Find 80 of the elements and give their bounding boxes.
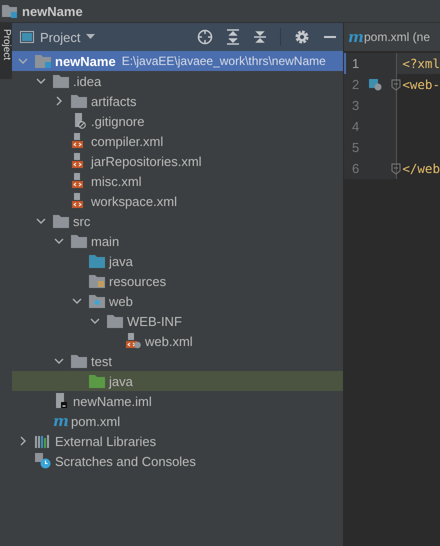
code-line: <?xml (402, 56, 440, 71)
line-number: 3 (352, 98, 360, 113)
item-label: .gitignore (91, 114, 144, 128)
project-view-icon (20, 31, 34, 43)
item-label: java (109, 374, 133, 388)
tree-item[interactable]: main (12, 231, 343, 251)
folder-icon (89, 254, 105, 268)
tree-item[interactable]: test (12, 351, 343, 371)
web-folder-icon (89, 294, 105, 308)
tree-item[interactable]: workspace.xml (12, 191, 343, 211)
line-number: 5 (352, 140, 360, 155)
module-file-icon (53, 393, 69, 409)
item-label: External Libraries (55, 434, 156, 448)
web-xml-file-icon (125, 333, 141, 349)
line-number: 4 (352, 119, 360, 134)
item-label: pom.xml (71, 414, 120, 428)
folder-icon (71, 354, 87, 368)
item-label: main (91, 234, 120, 248)
item-label: newName (55, 54, 116, 68)
module-folder-icon (2, 4, 18, 18)
item-label: jarRepositories.xml (91, 154, 202, 168)
code-line: </web (402, 161, 440, 176)
settings-icon[interactable] (294, 29, 310, 45)
tree-item[interactable]: m pom.xml (12, 411, 343, 431)
tree-item[interactable]: resources (12, 271, 343, 291)
collapse-all-icon[interactable] (253, 29, 267, 45)
folder-icon (71, 94, 87, 108)
item-label: Scratches and Consoles (55, 454, 196, 468)
folder-icon (35, 54, 51, 68)
maven-icon: m (348, 29, 362, 45)
tree-item[interactable]: newName.iml (12, 391, 343, 411)
line-number: 2 (352, 77, 360, 92)
tree-item[interactable]: compiler.xml (12, 131, 343, 151)
tree-item[interactable]: External Libraries (12, 431, 343, 451)
tree-item[interactable]: web (12, 291, 343, 311)
tree-item[interactable]: misc.xml (12, 171, 343, 191)
folder-icon (71, 234, 87, 248)
item-label: newName.iml (73, 394, 152, 408)
item-path: E:\javaEE\javaee_work\thrs\newName (122, 54, 326, 68)
item-label: WEB-INF (127, 314, 182, 328)
window-title: newName (22, 4, 83, 18)
code-line: <web- (402, 77, 440, 92)
resources-folder-icon (89, 274, 105, 288)
folder-icon (53, 74, 69, 88)
item-label: test (91, 354, 112, 368)
tree-item[interactable]: java (12, 371, 343, 391)
tree-item[interactable]: Scratches and Consoles (12, 451, 343, 471)
item-label: .idea (73, 74, 102, 88)
tree-item[interactable]: .gitignore (12, 111, 343, 131)
dropdown-caret-icon (86, 34, 96, 40)
folder-icon (107, 314, 123, 328)
tree-item[interactable]: newName E:\javaEE\javaee_work\thrs\newName (12, 51, 343, 71)
tree-item[interactable]: web.xml (12, 331, 343, 351)
folder-icon (53, 214, 69, 228)
item-label: web (109, 294, 133, 308)
item-label: resources (109, 274, 166, 288)
expand-all-icon[interactable] (226, 29, 240, 45)
item-label: workspace.xml (91, 194, 177, 208)
web-gutter-icon[interactable] (369, 78, 382, 90)
locate-icon[interactable] (197, 29, 213, 45)
scratch-clock-icon (35, 453, 51, 469)
line-number: 6 (352, 161, 360, 176)
view-selector[interactable]: Project (20, 30, 96, 44)
tree-item[interactable]: src (12, 211, 343, 231)
item-label: compiler.xml (91, 134, 164, 148)
tree-item[interactable]: WEB-INF (12, 311, 343, 331)
tree-item[interactable]: artifacts (12, 91, 343, 111)
tree-item[interactable]: jarRepositories.xml (12, 151, 343, 171)
folder-icon (89, 374, 105, 388)
tree-item[interactable]: .idea (12, 71, 343, 91)
maven-icon: m (53, 413, 67, 429)
project-stripe-button[interactable]: Project (0, 23, 12, 79)
item-label: java (109, 254, 133, 268)
line-number: 1 (352, 56, 360, 71)
item-label: web.xml (145, 334, 193, 348)
item-label: misc.xml (91, 174, 142, 188)
libraries-icon (35, 434, 51, 448)
item-label: src (73, 214, 90, 228)
tree-item[interactable]: java (12, 251, 343, 271)
item-label: artifacts (91, 94, 137, 108)
